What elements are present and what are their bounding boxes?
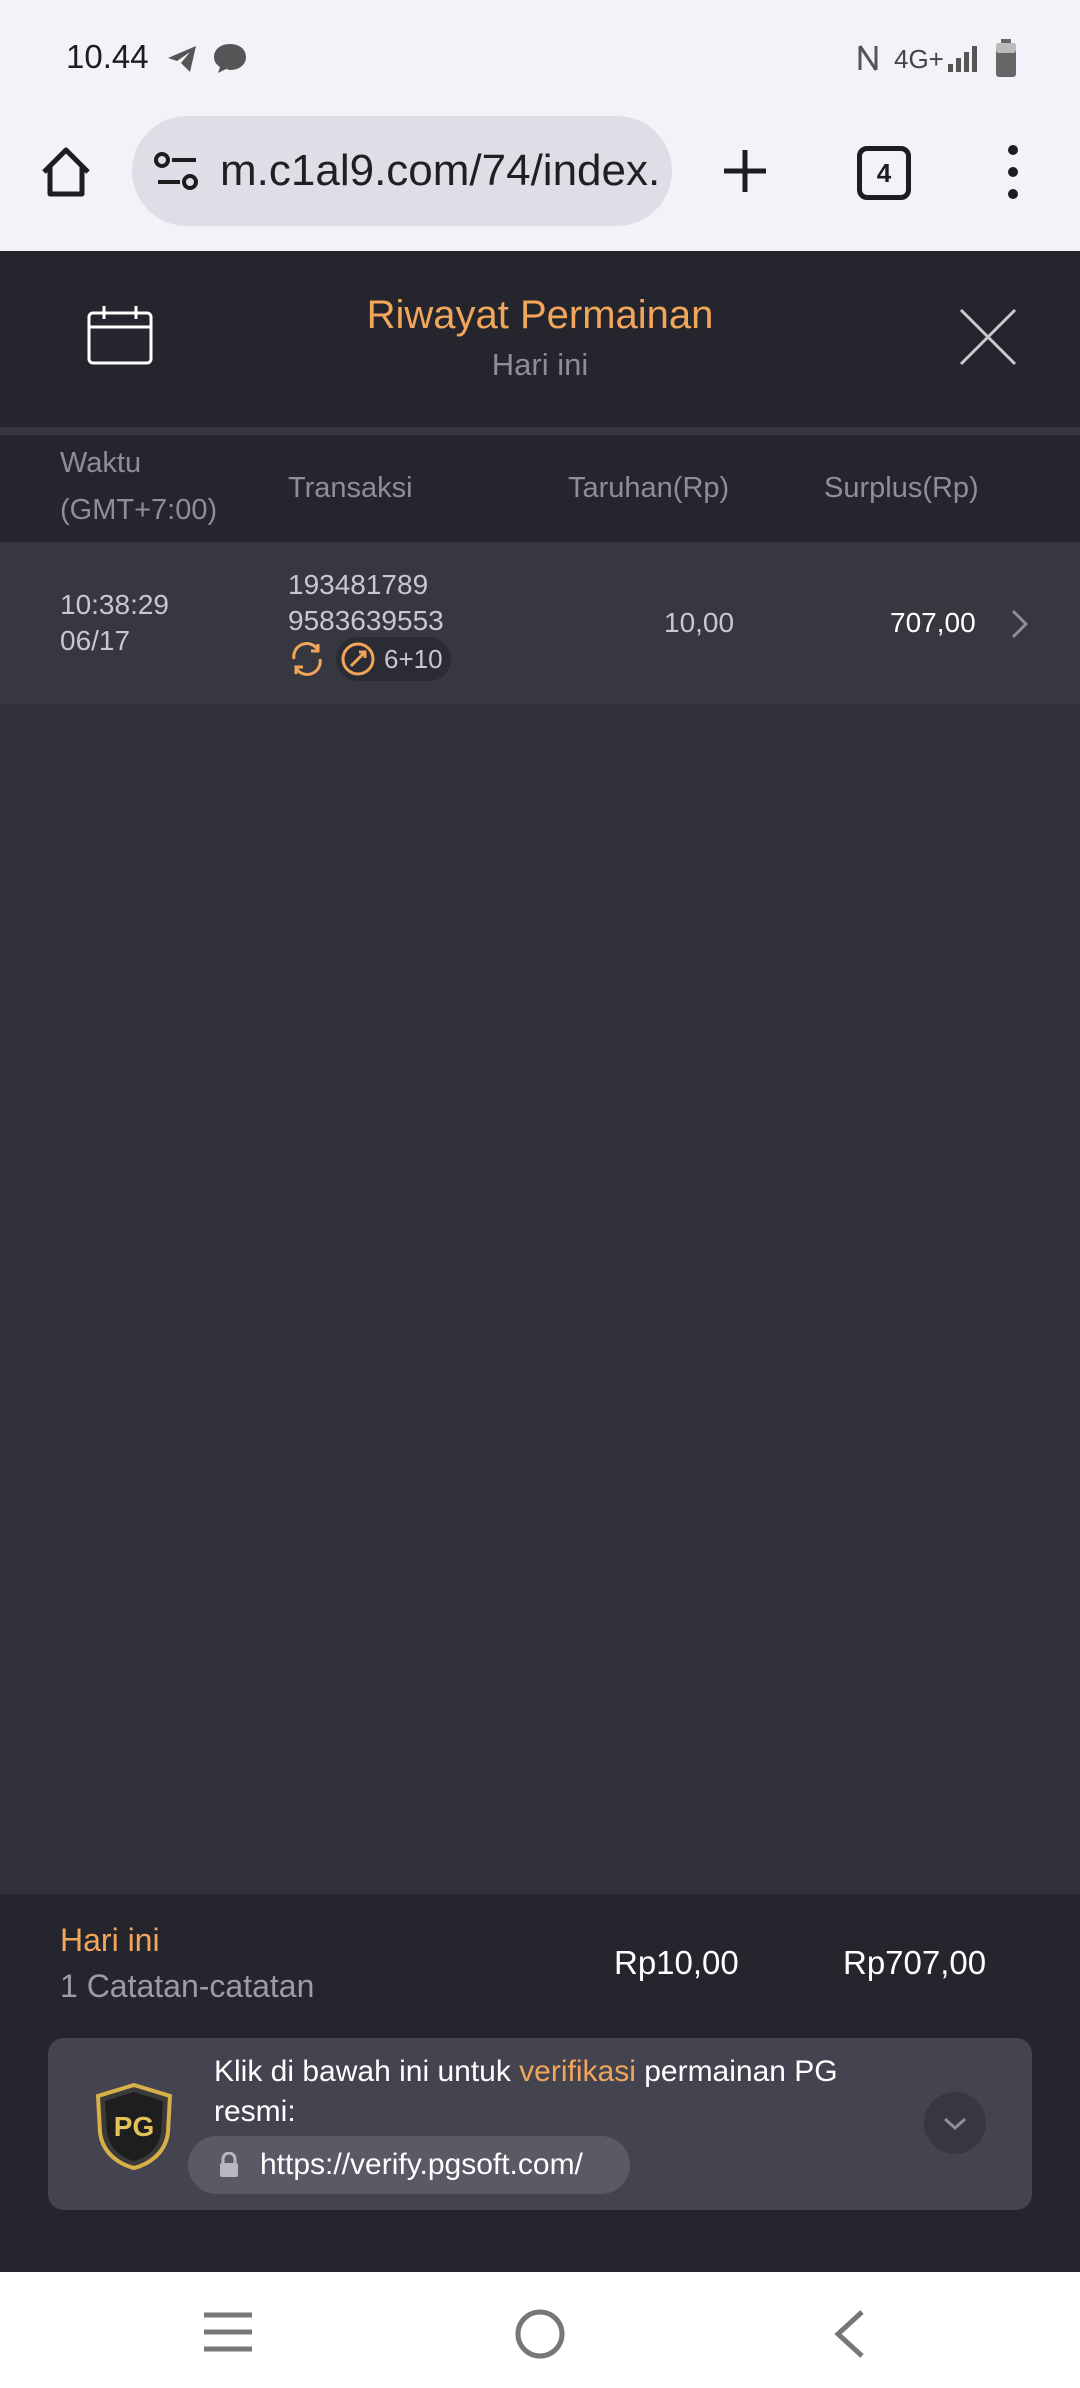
chat-bubble-icon xyxy=(214,44,246,73)
collapse-verify-button[interactable] xyxy=(924,2092,986,2154)
home-circle-icon[interactable] xyxy=(514,2308,566,2360)
row-time: 10:38:29 xyxy=(60,589,169,620)
col-surplus-label: Surplus(Rp) xyxy=(824,472,979,504)
verify-text-before: Klik di bawah ini untuk xyxy=(214,2055,520,2088)
row-date: 06/17 xyxy=(60,625,131,656)
pg-shield-logo: PG xyxy=(95,2082,173,2170)
col-bet-label: Taruhan(Rp) xyxy=(568,472,730,504)
signal-icon xyxy=(948,46,977,72)
close-icon[interactable] xyxy=(958,307,1018,367)
summary-period: Hari ini xyxy=(60,1922,160,1958)
summary-record-count: 1 Catatan-catatan xyxy=(60,1968,315,2004)
status-time: 10.44 xyxy=(66,38,149,75)
address-bar[interactable]: m.c1al9.com/74/index. xyxy=(132,116,672,226)
summary-total-bet: Rp10,00 xyxy=(614,1944,739,1981)
col-time-label: Waktu xyxy=(60,447,142,479)
system-nav-bar xyxy=(0,2272,1080,2388)
pg-logo-text: PG xyxy=(114,2111,154,2142)
date-filter-label[interactable]: Hari ini xyxy=(0,347,1080,383)
col-timezone-label: (GMT+7:00) xyxy=(60,494,218,526)
lock-icon xyxy=(220,2152,238,2177)
free-spin-badge: 6+10 xyxy=(336,637,451,681)
url-text[interactable]: m.c1al9.com/74/index. xyxy=(220,146,660,196)
verify-text: Klik di bawah ini untuk verifikasi perma… xyxy=(214,2052,854,2132)
browser-toolbar: m.c1al9.com/74/index. 4 xyxy=(0,112,1080,251)
battery-icon xyxy=(996,39,1016,77)
verify-highlight[interactable]: verifikasi xyxy=(519,2055,636,2088)
more-options-icon[interactable] xyxy=(1000,142,1026,202)
col-transaction-label: Transaksi xyxy=(288,472,413,504)
chevron-down-icon xyxy=(943,2117,967,2131)
header-divider xyxy=(0,427,1080,435)
table-row[interactable]: 10:38:29 06/17 193481789 9583639553 6+10… xyxy=(0,542,1080,704)
summary-total-surplus: Rp707,00 xyxy=(843,1944,987,1981)
summary-footer: Hari ini 1 Catatan-catatan Rp10,00 Rp707… xyxy=(0,1894,1080,2272)
tab-switcher-button[interactable]: 4 xyxy=(857,146,911,200)
recent-apps-icon[interactable] xyxy=(202,2310,254,2354)
network-type: 4G+ xyxy=(894,44,944,74)
status-bar: 10.44 4G+ xyxy=(0,0,1080,112)
home-icon[interactable] xyxy=(38,144,94,200)
spin-icon xyxy=(292,642,322,676)
row-surplus: 707,00 xyxy=(890,607,976,638)
verify-link[interactable]: https://verify.pgsoft.com/ xyxy=(188,2136,630,2194)
page-header: Riwayat Permainan Hari ini xyxy=(0,251,1080,427)
row-bet: 10,00 xyxy=(664,607,735,638)
verify-url[interactable]: https://verify.pgsoft.com/ xyxy=(260,2148,583,2181)
free-spin-count: 6+10 xyxy=(384,644,443,674)
new-tab-icon[interactable] xyxy=(720,146,770,196)
telegram-icon xyxy=(168,46,196,72)
back-icon[interactable] xyxy=(830,2308,866,2360)
row-transaction-id: 193481789 xyxy=(288,569,429,600)
chevron-right-icon[interactable] xyxy=(1010,608,1030,640)
table-header: Waktu (GMT+7:00) Transaksi Taruhan(Rp) S… xyxy=(0,435,1080,542)
nfc-icon xyxy=(858,45,878,71)
verify-banner: PG Klik di bawah ini untuk verifikasi pe… xyxy=(48,2038,1032,2210)
free-spin-icon xyxy=(341,642,375,676)
page-title: Riwayat Permainan xyxy=(366,293,714,337)
site-settings-icon[interactable] xyxy=(154,152,200,192)
row-transaction-id-2: 9583639553 xyxy=(288,605,444,636)
